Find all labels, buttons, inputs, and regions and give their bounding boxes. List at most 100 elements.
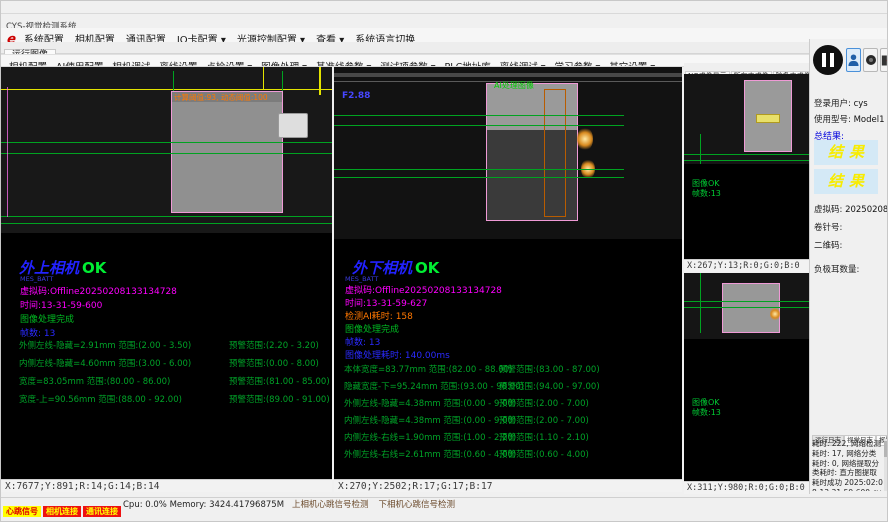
measurement-value: 隐藏宽度-下=95.24mm 范围:(93.00 - 98.00) [344,380,524,392]
measurement-value: 宽度=83.05mm 范围:(80.00 - 86.00) [19,375,170,387]
measurement-warn: 预警范围:(2.00 - 7.00) [499,414,589,426]
measurement-warn: 预警范围:(83.00 - 87.00) [499,363,600,375]
measurement-row: 内侧左线-隐藏=4.60mm 范围:(3.00 - 6.00) 预警范围:(0.0… [1,357,332,371]
bright-spot [577,127,593,151]
measurement-row: 外侧左线-右线=2.61mm 范围:(0.60 - 4.00)预警范围:(0.6… [334,448,682,462]
exit-button[interactable] [880,48,888,72]
result-box-1: 结果 [814,140,878,165]
inspection-roi-box-secondary [544,89,566,217]
overlay-line [334,177,624,178]
pin-number-label: 卷针号: [814,221,842,233]
frame-count: 帧数: 13 [345,335,380,348]
log-scrollbar-thumb[interactable] [884,441,888,457]
measurement-value: 内侧左线-隐藏=4.60mm 范围:(3.00 - 6.00) [19,357,191,369]
overlay-line [684,301,809,302]
measurement-row: 宽度=83.05mm 范围:(80.00 - 86.00) 预警范围:(81.00… [1,375,332,389]
overlay-line [263,67,264,89]
model-value: Model1 [854,115,885,125]
model-row: 使用型号: Model1 [814,113,885,125]
measurement-value: 内侧左线-隐藏=4.38mm 范围:(0.00 - 9.00) [344,414,516,426]
overlay-line [684,307,809,308]
overlay-line [1,223,332,224]
virtual-code-value: 20250208 [845,205,888,215]
control-buttons [812,45,888,77]
overlay-line [334,169,624,170]
measurement-warn: 预警范围:(0.60 - 4.00) [499,448,589,460]
login-user-label: 登录用户: [814,99,851,109]
log-output: 耗时: 222, 网络检测耗时: 17, 网络分类耗时: 0, 网络提取分类耗时… [812,439,883,491]
exit-door-icon [881,54,888,67]
measurement-warn: 预警范围:(81.00 - 85.00) [229,375,330,387]
target-button[interactable] [863,48,878,72]
small-camera-image-1[interactable] [684,74,809,164]
title-bar: CYS-视觉检测系统 [1,13,888,28]
pause-icon [830,53,834,67]
upper-camera-heartbeat[interactable]: 上相机心跳信号检测 [292,499,369,511]
measurement-value: 外侧左线-隐藏=4.38mm 范围:(0.00 - 9.00) [344,397,516,409]
measurement-row: 宽度-上=90.56mm 范围:(88.00 - 92.00)预警范围:(89.… [1,393,332,407]
small-view-tabstrip: NG成像显示所有内成像胶条内成像 [684,63,809,74]
status-bar: 心跳信号相机连接通讯连接Cpu: 0.0% Memory: 3424.41796… [1,497,888,511]
lower-camera-heartbeat[interactable]: 下相机心跳信号检测 [379,499,456,511]
overlay-line [700,134,701,164]
measurement-warn: 预警范围:(2.20 - 3.20) [229,339,319,351]
mini-result-label [756,114,780,123]
measurement-warn: 预警范围:(2.00 - 7.00) [499,397,589,409]
control-panel: 登录用户: cys 使用型号: Model1 总结果: 结果 结果 虚拟码: 2… [809,39,888,494]
overlay-line [1,142,332,143]
overlay-line [173,71,174,91]
overlay-line [684,160,809,161]
measurement-row: 本体宽度=83.77mm 范围:(82.00 - 88.00)预警范围:(83.… [334,363,682,377]
frame-count: 帧数: 13 [20,326,55,339]
bright-spot [770,307,780,321]
threshold-label: 计算阈值:93, 动态阈值:100 [174,92,268,103]
cursor-coordinates: X:311;Y:980;R:0;G:0;B:0 [684,481,809,494]
measurement-warn: 预警范围:(0.00 - 8.00) [229,357,319,369]
measurement-row: 内侧左线-隐藏=4.38mm 范围:(0.00 - 9.00)预警范围:(2.0… [334,414,682,428]
measurement-warn: 预警范围:(94.00 - 97.00) [499,380,600,392]
comm-connection-badge: 通讯连接 [83,506,121,517]
camera-connection-badge: 相机连接 [43,506,81,517]
camera-image-lower[interactable]: AI处理图像 F2.88 [334,67,682,239]
overlay-line [1,153,332,154]
app-window: CYS-视觉检测系统 e系统配置相机配置通讯配置IO卡配置 ▾光源控制配置 ▾查… [0,0,888,522]
overlay-line [282,71,283,91]
camera-image-upper[interactable]: 计算阈值:93, 动态阈值:100 [1,67,332,233]
small-camera-view-2[interactable]: 图像OK 帧数:13 X:311;Y:980;R:0;G:0;B:0 [684,273,809,481]
process-done: 图像处理完成 [20,312,74,325]
measurement-value: 外侧左线-隐藏=2.91mm 范围:(2.00 - 3.50) [19,339,191,351]
small-camera-view-1[interactable]: 图像OK 帧数:13 X:267;Y:13;R:0;G:0;B:0 [684,74,809,259]
cursor-coordinates: X:7677;Y:891;R:14;G:14;B:14 [1,479,332,492]
small-status-2: 帧数:13 [692,188,721,199]
menu-bar: e系统配置相机配置通讯配置IO卡配置 ▾光源控制配置 ▾查看 ▾系统语言切换 [1,28,888,42]
overlay-line [7,87,8,217]
heartbeat-badge: 心跳信号 [3,506,41,517]
machine-rail [334,73,682,77]
user-icon [848,53,859,67]
small-camera-image-2[interactable] [684,273,809,339]
mes-flag: MES_BATT [20,275,53,283]
capture-time: 时间:13-31-59-600 [20,298,102,311]
pause-button[interactable] [813,45,843,75]
model-label: 使用型号: [814,115,851,125]
process-time: 图像处理耗时: 140.00ms [345,348,450,361]
virtual-barcode: 虚拟码:Offline20250208133134728 [20,284,177,297]
tab-strip: 运行图像 [1,42,809,54]
camera-view-lower[interactable]: AI处理图像 F2.88 外下相机OK MES_BATT 虚拟码:Offline… [334,67,682,479]
process-done: 图像处理完成 [345,322,399,335]
login-user-row: 登录用户: cys [814,97,868,109]
cursor-coordinates: X:267;Y:13;R:0;G:0;B:0 [684,259,809,272]
virtual-code-row: 虚拟码: 20250208 [814,203,888,215]
result-box-2: 结果 [814,169,878,194]
login-user-value: cys [854,99,868,109]
small-status-2: 帧数:13 [692,407,721,418]
measurement-row: 隐藏宽度-下=95.24mm 范围:(93.00 - 98.00)预警范围:(9… [334,380,682,394]
measurement-warn: 预警范围:(1.10 - 2.10) [499,431,589,443]
anode-tab-count-label: 负极耳数量: [814,263,859,275]
overlay-line [1,216,332,217]
camera-view-upper[interactable]: 计算阈值:93, 动态阈值:100 外上相机OK MES_BATT 虚拟码:Of… [1,67,332,479]
user-login-button[interactable] [846,48,861,72]
measurement-row: 外侧左线-隐藏=4.38mm 范围:(0.00 - 9.00)预警范围:(2.0… [334,397,682,411]
measurement-warn: 预警范围:(89.00 - 91.00) [229,393,330,405]
overlay-line [684,154,809,155]
